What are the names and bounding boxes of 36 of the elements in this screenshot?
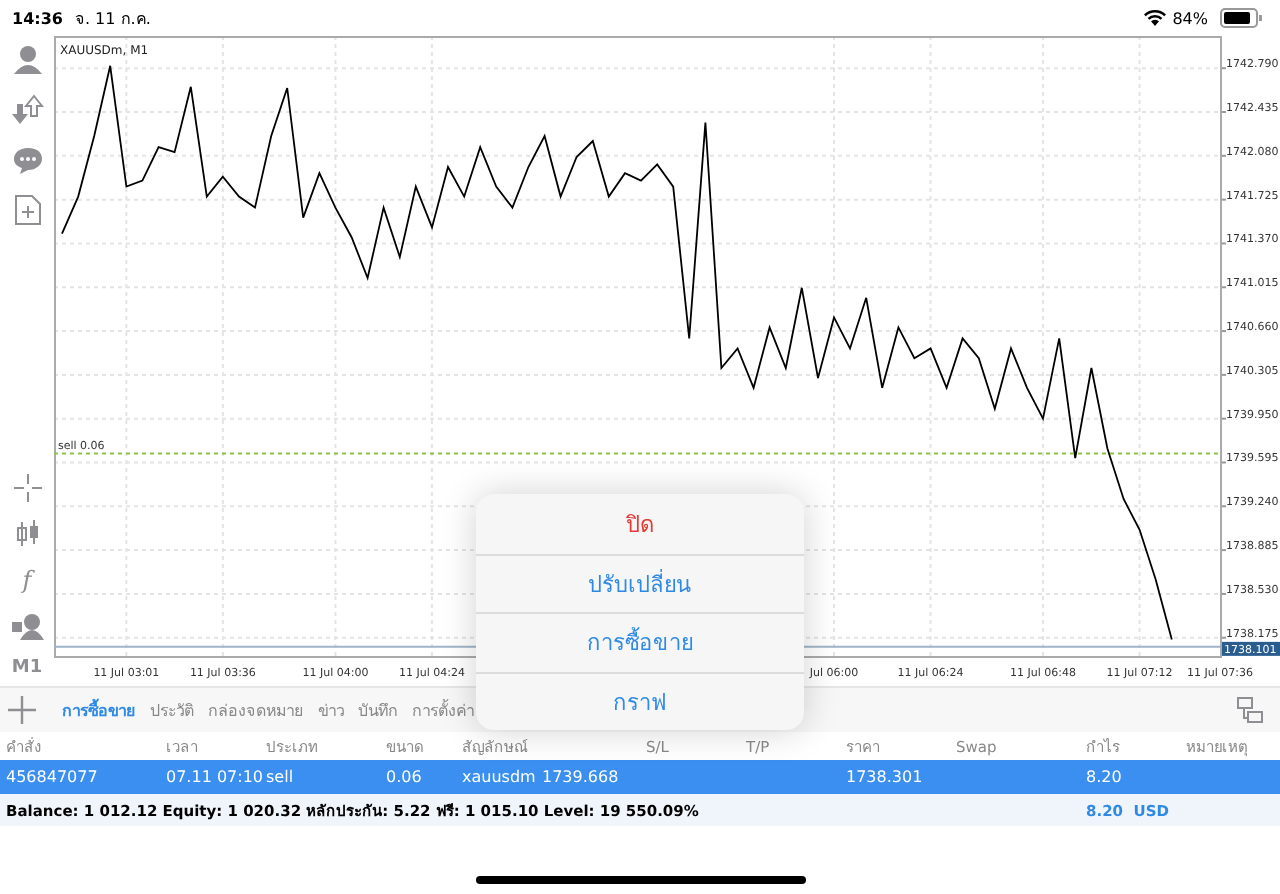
clock-time: 14:36 — [12, 9, 63, 27]
table-row[interactable]: 456847077 07.11 07:10 sell 0.06 xauusdm 1739.668 1738.301 8.20 — [0, 760, 1280, 794]
new-document-icon[interactable] — [13, 194, 41, 226]
person-icon[interactable] — [11, 44, 43, 76]
menu-item[interactable]: ปิด — [476, 494, 804, 553]
tab[interactable]: กล่องจดหมาย — [208, 695, 304, 725]
battery-percent: 84% — [1172, 9, 1208, 27]
date-text: จ. 11 ก.ค. — [74, 7, 151, 31]
table-cell-text: 456847077 — [4, 768, 100, 786]
table-cell-text: 07.11 07:10 — [164, 768, 260, 786]
up-down-arrows-icon[interactable] — [11, 94, 43, 126]
crosshair-icon[interactable] — [13, 474, 41, 502]
menu-item[interactable]: กราฟ — [476, 671, 804, 730]
table-cell-text: xauusdm — [460, 768, 536, 786]
objects-icon[interactable] — [11, 612, 43, 640]
indicators-button[interactable]: f — [22, 566, 32, 594]
tab[interactable]: การซื้อขาย — [62, 695, 136, 725]
add-icon[interactable] — [8, 696, 36, 724]
wifi-icon — [1144, 10, 1167, 26]
tab[interactable]: การตั้งค่า — [412, 695, 474, 725]
tab[interactable]: ประวัติ — [150, 695, 194, 725]
table-cell-text: 8.20 — [1084, 768, 1124, 786]
menu-item[interactable]: ปรับเปลี่ยน — [476, 553, 804, 612]
table-cell-text: sell — [264, 768, 296, 786]
split-view-icon[interactable] — [1236, 696, 1264, 724]
tab[interactable]: ข่าว — [318, 695, 344, 725]
menu-item[interactable]: การซื้อขาย — [476, 612, 804, 671]
position-line[interactable] — [54, 452, 1221, 455]
table-cell-text: 1739.668 — [540, 768, 621, 786]
battery-icon — [1220, 8, 1264, 28]
chat-bubble-icon[interactable] — [11, 144, 43, 176]
candlestick-icon[interactable] — [13, 520, 41, 548]
table-cell-text: 0.06 — [384, 768, 424, 786]
tab[interactable]: บันทึก — [358, 695, 398, 725]
timeframe-button[interactable]: M1 — [11, 658, 43, 678]
table-cell-text: 1738.301 — [844, 768, 925, 786]
